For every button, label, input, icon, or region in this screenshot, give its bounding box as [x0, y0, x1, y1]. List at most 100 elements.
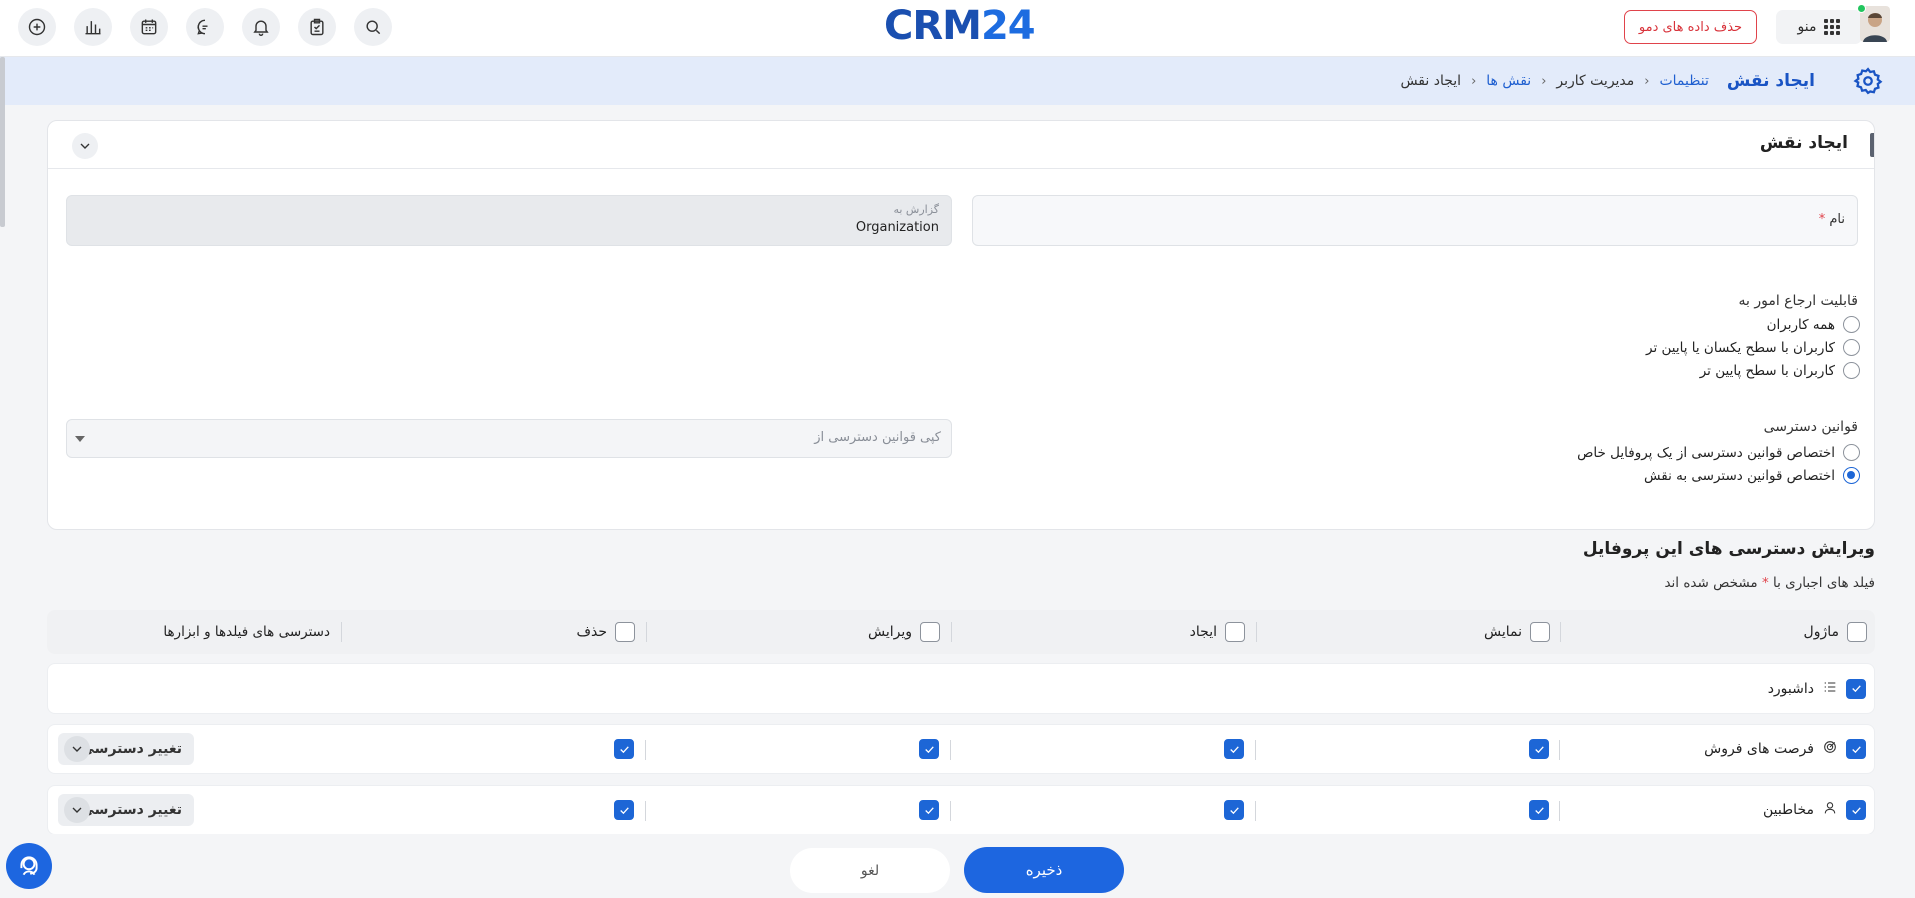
header-edit-label: ویرایش	[867, 624, 912, 640]
checkbox-dashboard-module[interactable]	[1846, 678, 1866, 699]
change-access-button[interactable]: تغییر دسترسی	[58, 733, 194, 765]
target-icon	[1822, 739, 1838, 759]
list-icon	[1822, 679, 1838, 699]
required-fields-note: فیلد های اجباری با * مشخص شده اند	[1664, 575, 1875, 591]
toolbar-icons	[18, 8, 392, 46]
clipboard-icon[interactable]	[298, 8, 336, 46]
avatar[interactable]	[1856, 4, 1892, 44]
delete-demo-data-button[interactable]: حذف داده های دمو	[1624, 10, 1757, 44]
checkbox-opportunities-view[interactable]	[1529, 739, 1549, 759]
radio-button[interactable]	[1843, 362, 1860, 379]
checkbox-contacts-create[interactable]	[1224, 800, 1244, 820]
column-divider	[341, 622, 342, 642]
chat-icon[interactable]	[186, 8, 224, 46]
column-divider	[1255, 740, 1256, 760]
breadcrumb-separator-icon: ‹	[1471, 73, 1477, 89]
radio-button-selected[interactable]	[1843, 467, 1860, 484]
report-to-field: گزارش به Organization	[66, 195, 952, 246]
checkbox-create-all[interactable]	[1225, 622, 1245, 642]
radio-button[interactable]	[1843, 444, 1860, 461]
checkbox-delete-all[interactable]	[615, 622, 635, 642]
radio-assign-lower[interactable]: کاربران با سطح پایین تر	[1700, 362, 1860, 379]
breadcrumb: ایجاد نقش تنظیمات ‹ مدیریت کاربر ‹ نقش ه…	[1400, 57, 1815, 105]
module-name: مخاطبین	[1762, 802, 1814, 818]
radio-access-from-profile[interactable]: اختصاص قوانین دسترسی از یک پروفایل خاص	[1577, 444, 1860, 461]
view-cell	[1529, 725, 1549, 773]
radio-button[interactable]	[1843, 339, 1860, 356]
support-button[interactable]	[6, 843, 52, 889]
checkbox-opportunities-delete[interactable]	[614, 739, 634, 759]
radio-button[interactable]	[1843, 316, 1860, 333]
logo: CRM24	[884, 3, 1036, 49]
menu-button[interactable]: منو	[1776, 10, 1862, 44]
checkbox-contacts-view[interactable]	[1529, 800, 1549, 820]
copy-access-placeholder: کپی قوانین دسترسی از	[814, 430, 941, 445]
add-icon[interactable]	[18, 8, 56, 46]
save-button[interactable]: ذخیره	[964, 847, 1124, 893]
report-to-label: گزارش به	[893, 203, 939, 216]
required-mark: *	[1818, 212, 1826, 227]
breadcrumb-item-roles[interactable]: نقش ها	[1486, 73, 1531, 89]
checkbox-view-all[interactable]	[1530, 622, 1550, 642]
header-fields-label: دسترسی های فیلدها و ابزارها	[163, 624, 330, 640]
online-status-icon	[1857, 4, 1866, 13]
checkbox-contacts-edit[interactable]	[919, 800, 939, 820]
search-icon[interactable]	[354, 8, 392, 46]
page-scrollbar[interactable]	[0, 57, 5, 227]
chevron-down-icon	[64, 797, 90, 823]
radio-label: کاربران با سطح یکسان یا پایین تر	[1646, 339, 1835, 356]
name-field[interactable]: نام *	[972, 195, 1858, 246]
permission-row-opportunities: فرصت های فروش تغییر دسترسی	[47, 724, 1875, 774]
change-access-button[interactable]: تغییر دسترسی	[58, 794, 194, 826]
column-divider	[1559, 740, 1560, 760]
radio-access-to-role[interactable]: اختصاص قوانین دسترسی به نقش	[1644, 467, 1860, 484]
header-edit: ویرایش	[868, 610, 940, 654]
logo-text-24: 24	[980, 3, 1036, 49]
card-accent-bar	[1870, 133, 1874, 157]
permission-row-dashboard: داشبورد	[47, 663, 1875, 714]
chart-icon[interactable]	[74, 8, 112, 46]
checkbox-edit-all[interactable]	[920, 622, 940, 642]
checkbox-opportunities-module[interactable]	[1846, 739, 1866, 759]
breadcrumb-item-create-role: ایجاد نقش	[1400, 73, 1462, 89]
column-divider	[645, 740, 646, 760]
permission-row-contacts: مخاطبین تغییر دسترسی	[47, 785, 1875, 835]
collapse-button[interactable]	[72, 133, 98, 159]
settings-gear-icon	[1853, 66, 1883, 96]
column-divider	[950, 740, 951, 760]
breadcrumb-bar: ایجاد نقش تنظیمات ‹ مدیریت کاربر ‹ نقش ه…	[0, 57, 1915, 105]
user-icon	[1822, 800, 1838, 820]
checkbox-contacts-module[interactable]	[1846, 800, 1866, 820]
calendar-icon[interactable]	[130, 8, 168, 46]
copy-access-select[interactable]: کپی قوانین دسترسی از	[66, 419, 952, 458]
page-title: ایجاد نقش	[1726, 71, 1815, 91]
checkbox-opportunities-edit[interactable]	[919, 739, 939, 759]
column-divider	[645, 801, 646, 821]
column-divider	[1256, 622, 1257, 642]
bell-icon[interactable]	[242, 8, 280, 46]
radio-label: همه کاربران	[1766, 316, 1835, 333]
breadcrumb-item-settings[interactable]: تنظیمات	[1659, 73, 1708, 89]
breadcrumb-item-user-management: مدیریت کاربر	[1556, 73, 1635, 89]
required-mark: *	[1761, 575, 1769, 591]
header-create: ایجاد	[1190, 610, 1245, 654]
checkbox-contacts-delete[interactable]	[614, 800, 634, 820]
module-cell: فرصت های فروش	[1704, 725, 1866, 773]
column-divider	[1255, 801, 1256, 821]
create-cell	[1224, 786, 1244, 834]
create-role-card: ایجاد نقش نام * گزارش به Organization قا…	[47, 120, 1875, 530]
radio-assign-same-or-lower[interactable]: کاربران با سطح یکسان یا پایین تر	[1646, 339, 1860, 356]
checkbox-opportunities-create[interactable]	[1224, 739, 1244, 759]
note-suffix: مشخص شده اند	[1664, 575, 1758, 591]
card-title: ایجاد نقش	[1759, 133, 1848, 153]
header-module-label: ماژول	[1803, 624, 1839, 640]
cancel-button[interactable]: لغو	[790, 848, 950, 893]
module-cell: مخاطبین	[1763, 786, 1866, 834]
top-bar: CRM24 حذف داده های دمو منو	[0, 0, 1915, 57]
header-fields: دسترسی های فیلدها و ابزارها	[163, 610, 330, 654]
support-agent-icon	[20, 856, 38, 876]
checkbox-module-all[interactable]	[1847, 622, 1867, 642]
permissions-header-row: ماژول نمایش ایجاد ویرایش حذف دسترسی های …	[47, 610, 1875, 654]
radio-assign-all[interactable]: همه کاربران	[1767, 316, 1860, 333]
header-view-label: نمایش	[1483, 624, 1522, 640]
